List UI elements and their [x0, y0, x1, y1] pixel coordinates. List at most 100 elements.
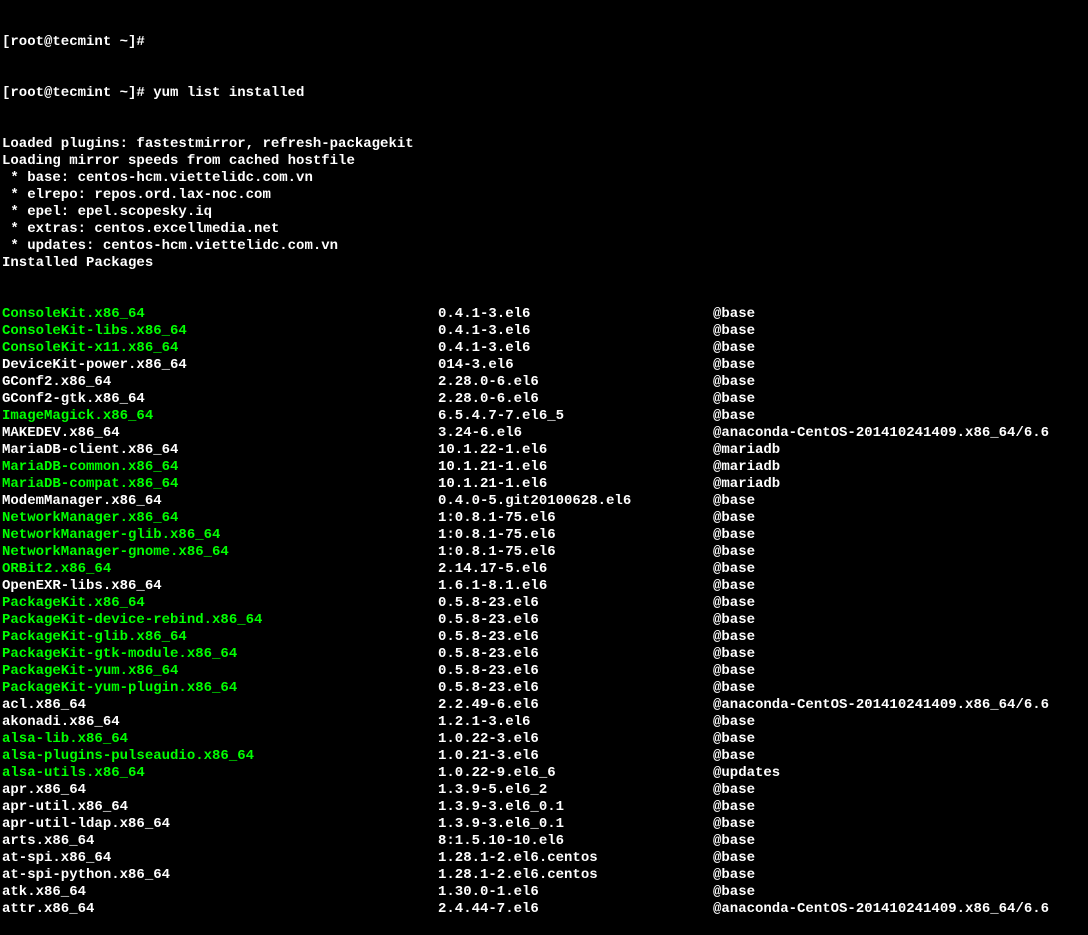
package-version: 2.2.49-6.el6	[438, 697, 713, 714]
prompt-line: [root@tecmint ~]#	[2, 34, 1086, 51]
package-version: 014-3.el6	[438, 357, 713, 374]
package-list: ConsoleKit.x86_640.4.1-3.el6@baseConsole…	[2, 306, 1086, 918]
package-row: ImageMagick.x86_646.5.4.7-7.el6_5@base	[2, 408, 1086, 425]
package-repo: @anaconda-CentOS-201410241409.x86_64/6.6	[713, 901, 1049, 918]
package-repo: @base	[713, 561, 755, 578]
package-row: PackageKit-yum-plugin.x86_640.5.8-23.el6…	[2, 680, 1086, 697]
package-row: apr-util-ldap.x86_641.3.9-3.el6_0.1@base	[2, 816, 1086, 833]
package-name: PackageKit-glib.x86_64	[2, 629, 438, 646]
package-version: 2.28.0-6.el6	[438, 374, 713, 391]
package-version: 1.0.22-9.el6_6	[438, 765, 713, 782]
package-row: akonadi.x86_641.2.1-3.el6@base	[2, 714, 1086, 731]
package-version: 0.5.8-23.el6	[438, 629, 713, 646]
package-version: 10.1.21-1.el6	[438, 476, 713, 493]
header-line: * updates: centos-hcm.viettelidc.com.vn	[2, 238, 1086, 255]
header-line: * extras: centos.excellmedia.net	[2, 221, 1086, 238]
package-name: PackageKit-yum-plugin.x86_64	[2, 680, 438, 697]
package-version: 0.4.1-3.el6	[438, 340, 713, 357]
package-name: apr.x86_64	[2, 782, 438, 799]
package-repo: @base	[713, 833, 755, 850]
package-row: NetworkManager-gnome.x86_641:0.8.1-75.el…	[2, 544, 1086, 561]
package-repo: @base	[713, 799, 755, 816]
package-name: GConf2.x86_64	[2, 374, 438, 391]
package-row: apr.x86_641.3.9-5.el6_2@base	[2, 782, 1086, 799]
package-row: NetworkManager-glib.x86_641:0.8.1-75.el6…	[2, 527, 1086, 544]
package-version: 1:0.8.1-75.el6	[438, 527, 713, 544]
package-version: 0.5.8-23.el6	[438, 680, 713, 697]
package-name: acl.x86_64	[2, 697, 438, 714]
package-name: ImageMagick.x86_64	[2, 408, 438, 425]
package-repo: @updates	[713, 765, 780, 782]
package-repo: @mariadb	[713, 459, 780, 476]
package-version: 1:0.8.1-75.el6	[438, 544, 713, 561]
command-line: [root@tecmint ~]# yum list installed	[2, 85, 1086, 102]
package-name: PackageKit-yum.x86_64	[2, 663, 438, 680]
package-repo: @anaconda-CentOS-201410241409.x86_64/6.6	[713, 425, 1049, 442]
package-row: PackageKit-yum.x86_640.5.8-23.el6@base	[2, 663, 1086, 680]
package-name: NetworkManager.x86_64	[2, 510, 438, 527]
package-name: MariaDB-compat.x86_64	[2, 476, 438, 493]
package-name: ORBit2.x86_64	[2, 561, 438, 578]
package-repo: @base	[713, 646, 755, 663]
package-version: 0.4.0-5.git20100628.el6	[438, 493, 713, 510]
package-name: apr-util.x86_64	[2, 799, 438, 816]
package-name: ModemManager.x86_64	[2, 493, 438, 510]
package-name: ConsoleKit-x11.x86_64	[2, 340, 438, 357]
package-version: 2.14.17-5.el6	[438, 561, 713, 578]
package-repo: @mariadb	[713, 476, 780, 493]
package-repo: @base	[713, 340, 755, 357]
package-version: 6.5.4.7-7.el6_5	[438, 408, 713, 425]
package-row: MAKEDEV.x86_643.24-6.el6@anaconda-CentOS…	[2, 425, 1086, 442]
package-row: PackageKit-device-rebind.x86_640.5.8-23.…	[2, 612, 1086, 629]
package-repo: @base	[713, 612, 755, 629]
package-row: DeviceKit-power.x86_64014-3.el6@base	[2, 357, 1086, 374]
package-repo: @base	[713, 884, 755, 901]
package-name: atk.x86_64	[2, 884, 438, 901]
package-name: apr-util-ldap.x86_64	[2, 816, 438, 833]
package-row: ModemManager.x86_640.4.0-5.git20100628.e…	[2, 493, 1086, 510]
package-row: PackageKit-gtk-module.x86_640.5.8-23.el6…	[2, 646, 1086, 663]
package-version: 1.30.0-1.el6	[438, 884, 713, 901]
package-row: ORBit2.x86_642.14.17-5.el6@base	[2, 561, 1086, 578]
package-row: at-spi-python.x86_641.28.1-2.el6.centos@…	[2, 867, 1086, 884]
package-version: 1.0.21-3.el6	[438, 748, 713, 765]
package-version: 1.28.1-2.el6.centos	[438, 850, 713, 867]
package-repo: @base	[713, 374, 755, 391]
package-row: MariaDB-common.x86_6410.1.21-1.el6@maria…	[2, 459, 1086, 476]
package-name: MariaDB-common.x86_64	[2, 459, 438, 476]
package-row: apr-util.x86_641.3.9-3.el6_0.1@base	[2, 799, 1086, 816]
header-lines: Loaded plugins: fastestmirror, refresh-p…	[2, 136, 1086, 272]
package-version: 3.24-6.el6	[438, 425, 713, 442]
package-repo: @base	[713, 578, 755, 595]
package-repo: @base	[713, 493, 755, 510]
package-row: acl.x86_642.2.49-6.el6@anaconda-CentOS-2…	[2, 697, 1086, 714]
package-name: OpenEXR-libs.x86_64	[2, 578, 438, 595]
package-version: 1.3.9-3.el6_0.1	[438, 799, 713, 816]
package-version: 8:1.5.10-10.el6	[438, 833, 713, 850]
package-row: OpenEXR-libs.x86_641.6.1-8.1.el6@base	[2, 578, 1086, 595]
header-line: * epel: epel.scopesky.iq	[2, 204, 1086, 221]
package-version: 0.5.8-23.el6	[438, 646, 713, 663]
package-version: 1:0.8.1-75.el6	[438, 510, 713, 527]
package-name: ConsoleKit.x86_64	[2, 306, 438, 323]
package-repo: @base	[713, 510, 755, 527]
package-repo: @base	[713, 731, 755, 748]
package-name: PackageKit-gtk-module.x86_64	[2, 646, 438, 663]
package-repo: @base	[713, 408, 755, 425]
package-row: ConsoleKit-x11.x86_640.4.1-3.el6@base	[2, 340, 1086, 357]
package-repo: @base	[713, 306, 755, 323]
header-line: Installed Packages	[2, 255, 1086, 272]
package-repo: @base	[713, 391, 755, 408]
package-name: GConf2-gtk.x86_64	[2, 391, 438, 408]
package-row: ConsoleKit.x86_640.4.1-3.el6@base	[2, 306, 1086, 323]
package-row: ConsoleKit-libs.x86_640.4.1-3.el6@base	[2, 323, 1086, 340]
package-name: MAKEDEV.x86_64	[2, 425, 438, 442]
package-repo: @base	[713, 867, 755, 884]
package-version: 1.3.9-3.el6_0.1	[438, 816, 713, 833]
package-name: ConsoleKit-libs.x86_64	[2, 323, 438, 340]
package-row: arts.x86_648:1.5.10-10.el6@base	[2, 833, 1086, 850]
package-version: 0.5.8-23.el6	[438, 663, 713, 680]
package-row: alsa-plugins-pulseaudio.x86_641.0.21-3.e…	[2, 748, 1086, 765]
package-name: at-spi-python.x86_64	[2, 867, 438, 884]
package-version: 0.4.1-3.el6	[438, 323, 713, 340]
